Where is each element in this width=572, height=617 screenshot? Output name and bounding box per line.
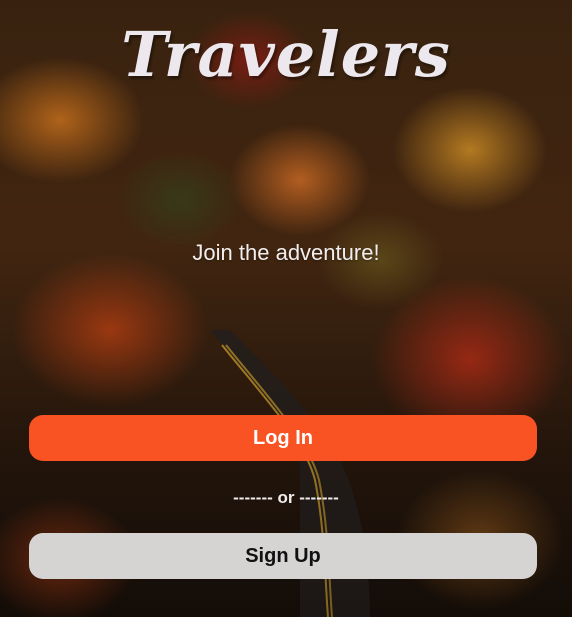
background-overlay (0, 0, 572, 617)
welcome-screen: Travelers Join the adventure! Log In ---… (0, 0, 572, 617)
app-logo: Travelers (121, 18, 451, 91)
login-button[interactable]: Log In (29, 415, 537, 461)
signup-button[interactable]: Sign Up (29, 533, 537, 579)
or-divider: ------- or ------- (233, 488, 339, 507)
login-button-label: Log In (253, 426, 313, 449)
signup-button-label: Sign Up (245, 544, 321, 567)
tagline: Join the adventure! (192, 240, 380, 265)
